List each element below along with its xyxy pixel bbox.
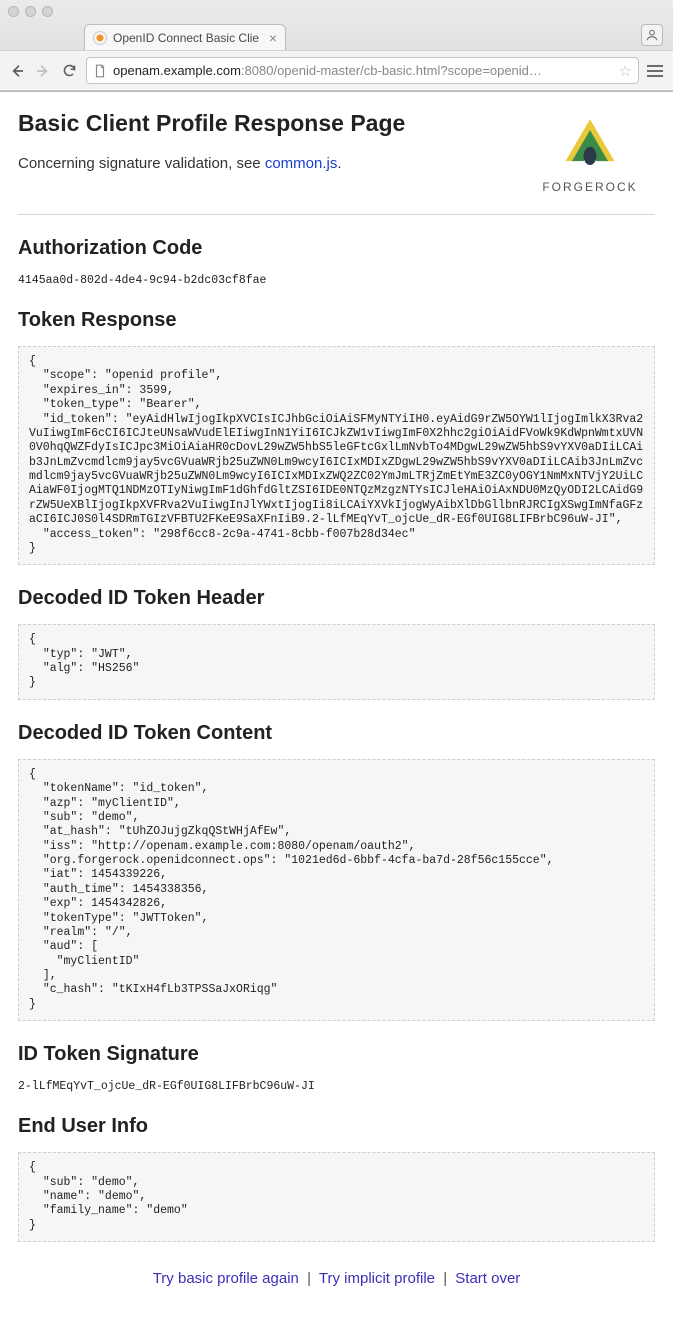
- address-bar[interactable]: openam.example.com:8080/openid-master/cb…: [86, 57, 639, 84]
- decoded-content-code: { "tokenName": "id_token", "azp": "myCli…: [18, 759, 655, 1021]
- separator: |: [443, 1270, 447, 1287]
- user-icon: [645, 28, 659, 42]
- auth-code-heading: Authorization Code: [18, 237, 655, 260]
- auth-code-value: 4145aa0d-802d-4de4-9c94-b2dc03cf8fae: [18, 274, 655, 287]
- separator: |: [307, 1270, 311, 1287]
- try-basic-link[interactable]: Try basic profile again: [153, 1270, 299, 1287]
- end-user-code: { "sub": "demo", "name": "demo", "family…: [18, 1152, 655, 1242]
- end-user-heading: End User Info: [18, 1115, 655, 1138]
- signature-heading: ID Token Signature: [18, 1043, 655, 1066]
- decoded-header-code: { "typ": "JWT", "alg": "HS256" }: [18, 624, 655, 700]
- token-response-heading: Token Response: [18, 309, 655, 332]
- page-subtitle: Concerning signature validation, see com…: [18, 155, 405, 172]
- tab-title: OpenID Connect Basic Clie: [113, 31, 259, 45]
- hamburger-icon: [647, 65, 663, 67]
- token-response-code: { "scope": "openid profile", "expires_in…: [18, 346, 655, 565]
- page-content: Basic Client Profile Response Page Conce…: [0, 92, 673, 1317]
- arrow-right-icon: [35, 63, 51, 79]
- bookmark-star-icon[interactable]: ☆: [619, 62, 632, 80]
- forgerock-logo: FORGEROCK: [525, 110, 655, 200]
- arrow-left-icon: [9, 63, 25, 79]
- url-port: :8080: [241, 63, 274, 78]
- favicon-icon: [93, 31, 107, 45]
- browser-tab[interactable]: OpenID Connect Basic Clie ×: [84, 24, 286, 50]
- header-text: Basic Client Profile Response Page Conce…: [18, 110, 405, 172]
- reload-icon: [62, 63, 77, 78]
- window-close-dot[interactable]: [8, 6, 19, 17]
- window-max-dot[interactable]: [42, 6, 53, 17]
- forgerock-logo-icon: [555, 116, 625, 174]
- window-titlebar: [0, 0, 673, 22]
- profile-button[interactable]: [641, 24, 663, 46]
- tab-close-icon[interactable]: ×: [269, 30, 277, 46]
- reload-button[interactable]: [60, 62, 78, 80]
- page-icon: [93, 64, 107, 78]
- url-host: openam.example.com: [113, 63, 241, 78]
- browser-chrome: OpenID Connect Basic Clie × openam.examp…: [0, 0, 673, 92]
- start-over-link[interactable]: Start over: [455, 1270, 520, 1287]
- browser-toolbar: openam.example.com:8080/openid-master/cb…: [0, 50, 673, 91]
- back-button[interactable]: [8, 62, 26, 80]
- signature-value: 2-lLfMEqYvT_ojcUe_dR-EGf0UIG8LIFBrbC96uW…: [18, 1080, 655, 1093]
- forward-button[interactable]: [34, 62, 52, 80]
- window-min-dot[interactable]: [25, 6, 36, 17]
- footer-links: Try basic profile again | Try implicit p…: [18, 1270, 655, 1287]
- decoded-header-heading: Decoded ID Token Header: [18, 587, 655, 610]
- hamburger-menu-button[interactable]: [647, 62, 665, 80]
- page-header: Basic Client Profile Response Page Conce…: [18, 110, 655, 215]
- url-path: /openid-master/cb-basic.html?scope=openi…: [273, 63, 541, 78]
- decoded-content-heading: Decoded ID Token Content: [18, 722, 655, 745]
- try-implicit-link[interactable]: Try implicit profile: [319, 1270, 435, 1287]
- logo-text: FORGEROCK: [542, 180, 637, 194]
- common-js-link[interactable]: common.js: [265, 155, 338, 172]
- tab-row: OpenID Connect Basic Clie ×: [0, 22, 673, 50]
- page-title: Basic Client Profile Response Page: [18, 110, 405, 137]
